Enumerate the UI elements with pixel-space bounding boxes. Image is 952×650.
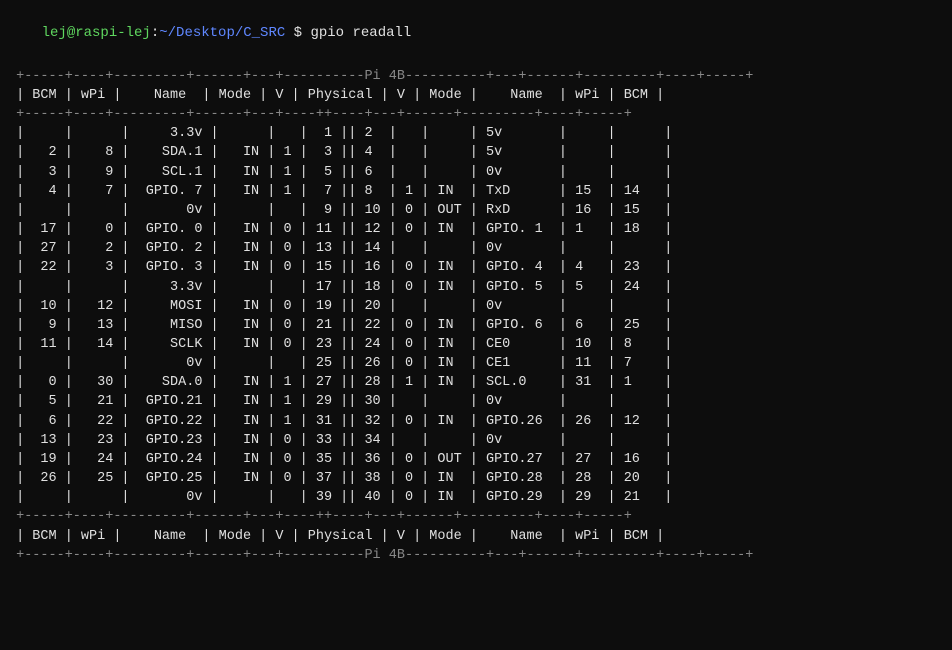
table-row: | 0 | 30 | SDA.0 | IN | 1 | 27 || 28 | 1… bbox=[8, 375, 672, 390]
table-row: | 6 | 22 | GPIO.22 | IN | 1 | 31 || 32 |… bbox=[8, 414, 672, 429]
top-separator: +-----+----+---------+------+---+-------… bbox=[8, 69, 753, 84]
command: gpio readall bbox=[302, 25, 411, 41]
user-host: lej@raspi-lej bbox=[42, 25, 151, 41]
table-row: | 2 | 8 | SDA.1 | IN | 1 | 3 || 4 | | | … bbox=[8, 145, 672, 160]
prompt-separator: : bbox=[151, 25, 159, 41]
table-row: | | | 3.3v | | | 17 || 18 | 0 | IN | GPI… bbox=[8, 280, 672, 295]
table-row: | 11 | 14 | SCLK | IN | 0 | 23 || 24 | 0… bbox=[8, 337, 672, 352]
terminal: lej@raspi-lej:~/Desktop/C_SRC $ gpio rea… bbox=[0, 0, 952, 650]
table-row: | | | 0v | | | 39 || 40 | 0 | IN | GPIO.… bbox=[8, 490, 672, 505]
dollar: $ bbox=[285, 25, 302, 41]
table-row: | 10 | 12 | MOSI | IN | 0 | 19 || 20 | |… bbox=[8, 299, 672, 314]
table-row: | | | 0v | | | 9 || 10 | 0 | OUT | RxD |… bbox=[8, 203, 672, 218]
table-row: | 9 | 13 | MISO | IN | 0 | 21 || 22 | 0 … bbox=[8, 318, 672, 333]
table-row: | | | 0v | | | 25 || 26 | 0 | IN | CE1 |… bbox=[8, 356, 672, 371]
table-row: | 26 | 25 | GPIO.25 | IN | 0 | 37 || 38 … bbox=[8, 471, 672, 486]
footer-col-header: | BCM | wPi | Name | Mode | V | Physical… bbox=[8, 529, 664, 544]
table-row: | 22 | 3 | GPIO. 3 | IN | 0 | 15 || 16 |… bbox=[8, 260, 672, 275]
table-row: | 5 | 21 | GPIO.21 | IN | 1 | 29 || 30 |… bbox=[8, 394, 672, 409]
header-separator: +-----+----+---------+------+---+----++-… bbox=[8, 107, 632, 122]
table-output: +-----+----+---------+------+---+-------… bbox=[0, 67, 952, 565]
bottom-separator: +-----+----+---------+------+---+----++-… bbox=[8, 509, 632, 524]
table-row: | 4 | 7 | GPIO. 7 | IN | 1 | 7 || 8 | 1 … bbox=[8, 184, 672, 199]
path: ~/Desktop/C_SRC bbox=[159, 25, 285, 41]
table-row: | | | 3.3v | | | 1 || 2 | | | 5v | | | bbox=[8, 126, 672, 141]
table-row: | 13 | 23 | GPIO.23 | IN | 0 | 33 || 34 … bbox=[8, 433, 672, 448]
prompt-line: lej@raspi-lej:~/Desktop/C_SRC $ gpio rea… bbox=[0, 0, 952, 67]
table-row: | 3 | 9 | SCL.1 | IN | 1 | 5 || 6 | | | … bbox=[8, 165, 672, 180]
table-row: | 17 | 0 | GPIO. 0 | IN | 0 | 11 || 12 |… bbox=[8, 222, 672, 237]
col-header: | BCM | wPi | Name | Mode | V | Physical… bbox=[8, 88, 664, 103]
table-row: | 19 | 24 | GPIO.24 | IN | 0 | 35 || 36 … bbox=[8, 452, 672, 467]
table-row: | 27 | 2 | GPIO. 2 | IN | 0 | 13 || 14 |… bbox=[8, 241, 672, 256]
bottom-pi-line: +-----+----+---------+------+---+-------… bbox=[8, 548, 753, 563]
